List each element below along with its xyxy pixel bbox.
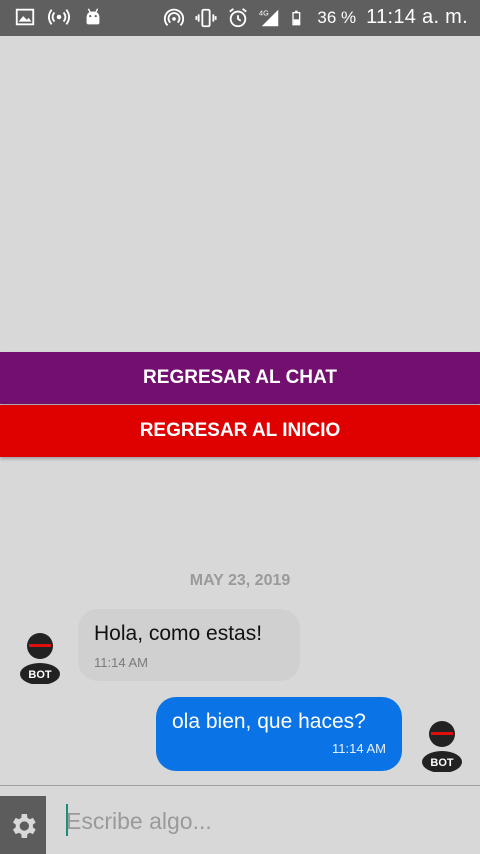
image-icon (15, 8, 35, 26)
message-input[interactable] (66, 804, 466, 838)
status-bar: 4G 36 % 11:14 a. m. (0, 0, 480, 36)
back-to-chat-button[interactable]: REGRESAR AL CHAT (0, 352, 480, 404)
message-text: ola bien, que haces? (172, 710, 366, 733)
radio-signal-icon (48, 9, 70, 25)
message-text: Hola, como estas! (94, 622, 263, 645)
vibrate-icon (195, 8, 217, 27)
settings-button[interactable] (0, 796, 46, 854)
hotspot-icon (164, 8, 185, 26)
outgoing-message-bubble: ola bien, que haces? 11:14 AM (156, 697, 402, 771)
message-time: 11:14 AM (94, 655, 148, 670)
bot-avatar-icon: BOT (422, 721, 462, 773)
chat-date: MAY 23, 2019 (189, 572, 291, 589)
incoming-message-bubble: Hola, como estas! 11:14 AM (78, 609, 300, 681)
message-composer (0, 785, 480, 854)
message-time: 11:14 AM (332, 741, 386, 756)
signal-icon: 4G (259, 8, 279, 26)
bot-avatar-icon: BOT (20, 633, 60, 685)
svg-text:4G: 4G (259, 8, 269, 17)
svg-text:BOT: BOT (28, 669, 52, 681)
battery-percent: 36 % (317, 7, 357, 27)
clock: 11:14 a. m. (366, 6, 468, 28)
gear-icon (13, 813, 36, 838)
alarm-icon (229, 7, 248, 27)
back-to-home-button[interactable]: REGRESAR AL INICIO (0, 405, 480, 457)
android-icon (86, 8, 100, 25)
battery-icon (292, 10, 301, 25)
bot-avatar: BOT (18, 628, 62, 685)
svg-text:BOT: BOT (430, 757, 454, 769)
bot-avatar: BOT (420, 716, 464, 773)
